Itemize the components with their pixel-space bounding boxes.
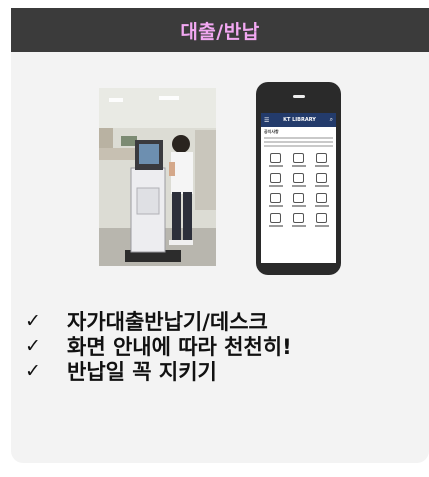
notice-line [264, 137, 333, 139]
app-logo: KT LIBRARY [283, 116, 316, 123]
notice-section: 공지사항 [261, 127, 336, 151]
checkmark-icon: ✓ [25, 334, 41, 357]
menu-tile [287, 213, 310, 227]
menu-tile [287, 173, 310, 187]
list-item: ✓ 반납일 꼭 지키기 [25, 358, 292, 384]
menu-tile [264, 213, 287, 227]
menu-tile [264, 153, 287, 167]
menu-tile [310, 213, 333, 227]
checkmark-icon: ✓ [25, 359, 41, 382]
user-icon [293, 193, 304, 203]
card-header: 대출/반납 [11, 8, 429, 52]
notice-line [264, 145, 333, 147]
hand-book-icon [270, 173, 281, 183]
menu-tile [264, 193, 287, 207]
phone-screen: ☰ KT LIBRARY ⌕ 공지사항 [261, 113, 336, 263]
app-bar: ☰ KT LIBRARY ⌕ [261, 113, 336, 127]
bullet-list: ✓ 자가대출반납기/데스크 ✓ 화면 안내에 따라 천천히! ✓ 반납일 꼭 지… [25, 308, 292, 384]
menu-tile [287, 193, 310, 207]
people-icon [316, 173, 327, 183]
document-icon [270, 213, 281, 223]
menu-tile [264, 173, 287, 187]
menu-tile [310, 193, 333, 207]
phone-mockup: ☰ KT LIBRARY ⌕ 공지사항 [256, 82, 341, 275]
kiosk-photo [99, 88, 216, 266]
card-title: 대출/반납 [180, 20, 260, 43]
calendar-icon [316, 193, 327, 203]
menu-tile [287, 153, 310, 167]
phone-speaker [293, 95, 305, 98]
megaphone-icon [316, 213, 327, 223]
library-icon [316, 153, 327, 163]
app-menu-grid [261, 151, 336, 229]
checkmark-icon: ✓ [25, 309, 41, 332]
badge-icon [270, 193, 281, 203]
bullet-text: 반납일 꼭 지키기 [67, 359, 217, 384]
kiosk-photo-illustration [99, 88, 216, 266]
list-item: ✓ 화면 안내에 따라 천천히! [25, 333, 292, 359]
info-card: 대출/반납 [11, 8, 429, 463]
notice-line [264, 141, 333, 143]
notice-title: 공지사항 [264, 129, 279, 134]
search-icon: ⌕ [329, 116, 333, 123]
menu-tile [310, 153, 333, 167]
list-item: ✓ 자가대출반납기/데스크 [25, 308, 292, 334]
ebook-icon [293, 173, 304, 183]
menu-tile [310, 173, 333, 187]
search-book-icon [293, 153, 304, 163]
printer-icon [293, 213, 304, 223]
menu-icon: ☰ [264, 116, 270, 124]
book-icon [270, 153, 281, 163]
